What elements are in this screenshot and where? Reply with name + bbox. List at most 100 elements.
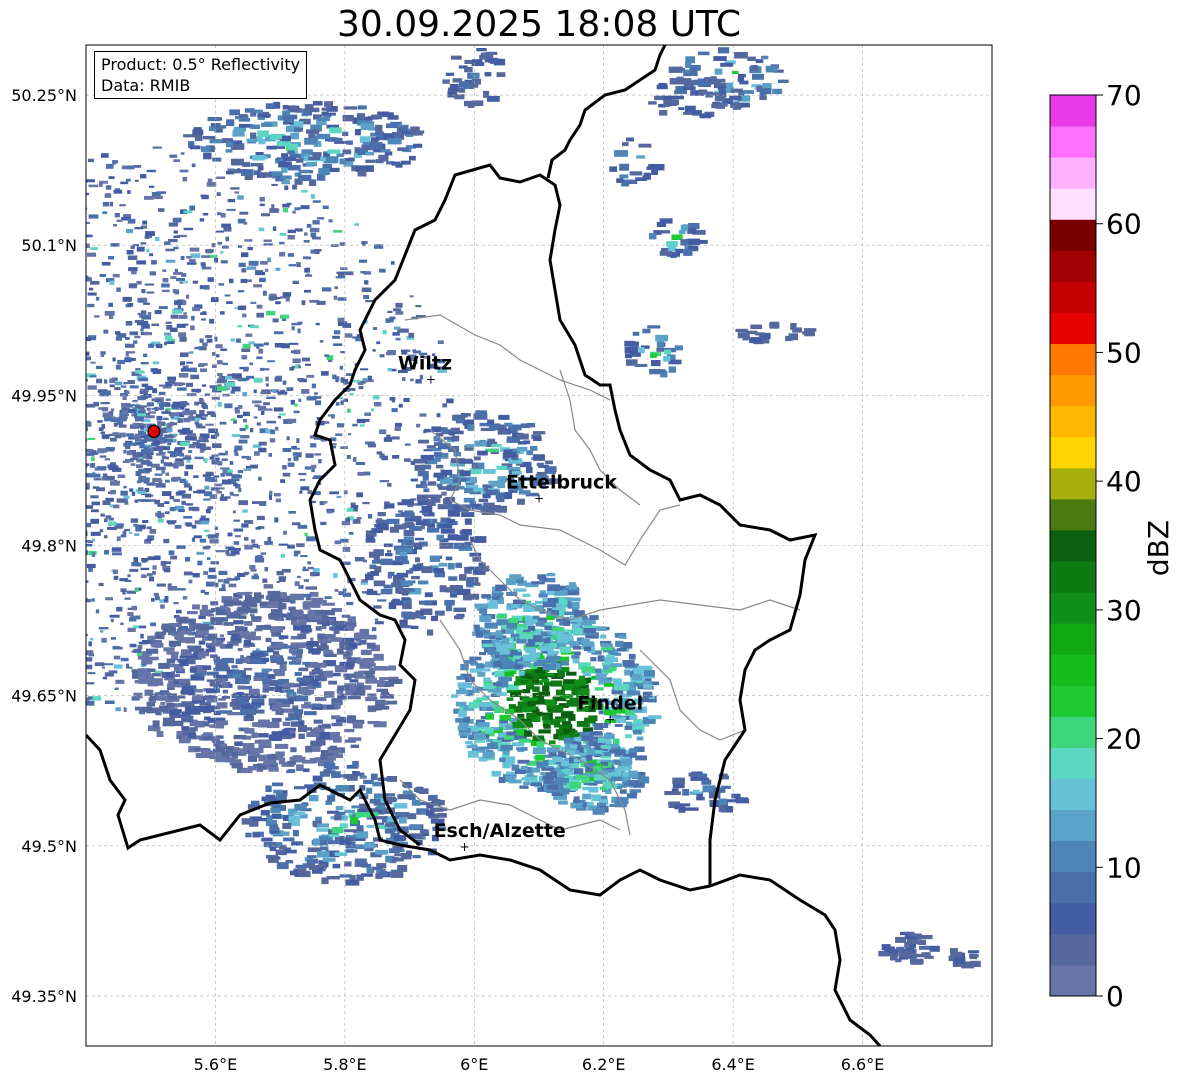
reflectivity-pixel	[47, 569, 55, 573]
reflectivity-pixel	[266, 754, 276, 760]
reflectivity-pixel	[60, 355, 63, 359]
reflectivity-pixel	[297, 695, 309, 702]
reflectivity-pixel	[135, 404, 141, 409]
reflectivity-pixel	[254, 594, 264, 599]
reflectivity-pixel	[138, 625, 147, 629]
reflectivity-pixel	[234, 535, 241, 538]
reflectivity-pixel	[144, 283, 155, 286]
reflectivity-pixel	[146, 402, 151, 407]
reflectivity-pixel	[258, 739, 272, 745]
reflectivity-pixel	[560, 634, 572, 641]
reflectivity-pixel	[259, 602, 268, 606]
reflectivity-pixel	[81, 473, 85, 477]
reflectivity-pixel	[258, 719, 270, 726]
reflectivity-pixel	[183, 571, 193, 576]
reflectivity-pixel	[561, 660, 569, 666]
reflectivity-pixel	[334, 852, 348, 856]
reflectivity-pixel	[183, 312, 187, 315]
reflectivity-pixel	[344, 158, 352, 162]
reflectivity-pixel	[259, 203, 265, 207]
reflectivity-pixel	[49, 438, 56, 442]
reflectivity-pixel	[185, 464, 194, 470]
reflectivity-pixel	[188, 579, 193, 584]
reflectivity-pixel	[311, 383, 316, 389]
reflectivity-pixel	[541, 767, 555, 771]
reflectivity-pixel	[98, 582, 104, 587]
reflectivity-pixel	[67, 368, 76, 373]
reflectivity-pixel	[225, 550, 230, 555]
reflectivity-pixel	[311, 703, 321, 708]
reflectivity-pixel	[120, 622, 124, 626]
reflectivity-pixel	[365, 677, 377, 684]
reflectivity-pixel	[34, 507, 42, 511]
reflectivity-pixel	[22, 661, 28, 666]
reflectivity-pixel	[357, 105, 367, 110]
reflectivity-pixel	[280, 175, 292, 180]
reflectivity-pixel	[127, 612, 134, 617]
reflectivity-pixel	[204, 458, 208, 463]
reflectivity-pixel	[187, 611, 198, 615]
reflectivity-pixel	[233, 620, 244, 625]
reflectivity-pixel	[86, 550, 88, 555]
reflectivity-pixel	[198, 624, 210, 631]
reflectivity-pixel	[106, 447, 115, 451]
reflectivity-pixel	[127, 408, 137, 413]
reflectivity-pixel	[377, 680, 385, 688]
reflectivity-pixel	[405, 540, 413, 546]
reflectivity-pixel	[22, 669, 26, 674]
reflectivity-pixel	[231, 434, 241, 437]
reflectivity-pixel	[178, 509, 185, 513]
reflectivity-pixel	[274, 517, 279, 523]
reflectivity-pixel	[296, 438, 300, 443]
reflectivity-pixel	[56, 212, 61, 216]
reflectivity-pixel	[75, 316, 80, 320]
reflectivity-pixel	[43, 440, 47, 444]
reflectivity-pixel	[296, 543, 305, 547]
reflectivity-pixel	[57, 531, 61, 536]
reflectivity-pixel	[137, 645, 143, 650]
reflectivity-pixel	[90, 518, 99, 524]
reflectivity-pixel	[246, 266, 257, 270]
reflectivity-pixel	[482, 629, 490, 635]
reflectivity-pixel	[267, 536, 272, 542]
reflectivity-pixel	[141, 558, 149, 562]
reflectivity-pixel	[68, 509, 78, 512]
reflectivity-pixel	[365, 165, 374, 172]
reflectivity-pixel	[169, 154, 178, 158]
reflectivity-pixel	[363, 471, 371, 476]
reflectivity-pixel	[77, 528, 84, 531]
reflectivity-pixel	[511, 603, 520, 609]
reflectivity-pixel	[339, 874, 352, 878]
reflectivity-pixel	[215, 664, 229, 669]
reflectivity-pixel	[299, 490, 303, 494]
reflectivity-pixel	[590, 657, 597, 662]
reflectivity-pixel	[23, 594, 30, 598]
reflectivity-pixel	[234, 741, 243, 747]
reflectivity-pixel	[268, 453, 272, 457]
reflectivity-pixel	[257, 113, 271, 118]
reflectivity-pixel	[280, 314, 290, 319]
reflectivity-pixel	[86, 221, 90, 224]
reflectivity-pixel	[179, 361, 186, 366]
reflectivity-pixel	[394, 426, 401, 431]
reflectivity-pixel	[110, 618, 114, 623]
reflectivity-pixel	[126, 250, 134, 255]
reflectivity-pixel	[270, 134, 279, 140]
reflectivity-pixel	[164, 501, 170, 504]
reflectivity-pixel	[192, 604, 200, 610]
reflectivity-pixel	[210, 413, 216, 417]
reflectivity-pixel	[58, 523, 62, 527]
reflectivity-pixel	[294, 672, 302, 676]
reflectivity-pixel	[241, 252, 249, 258]
reflectivity-pixel	[152, 146, 162, 149]
reflectivity-pixel	[109, 384, 115, 388]
reflectivity-pixel	[56, 223, 64, 226]
reflectivity-pixel	[333, 702, 341, 709]
reflectivity-pixel	[423, 488, 430, 493]
reflectivity-pixel	[310, 232, 317, 238]
reflectivity-pixel	[129, 488, 134, 492]
reflectivity-pixel	[398, 816, 407, 824]
reflectivity-pixel	[101, 637, 107, 643]
reflectivity-pixel	[297, 328, 301, 334]
reflectivity-pixel	[179, 337, 187, 342]
